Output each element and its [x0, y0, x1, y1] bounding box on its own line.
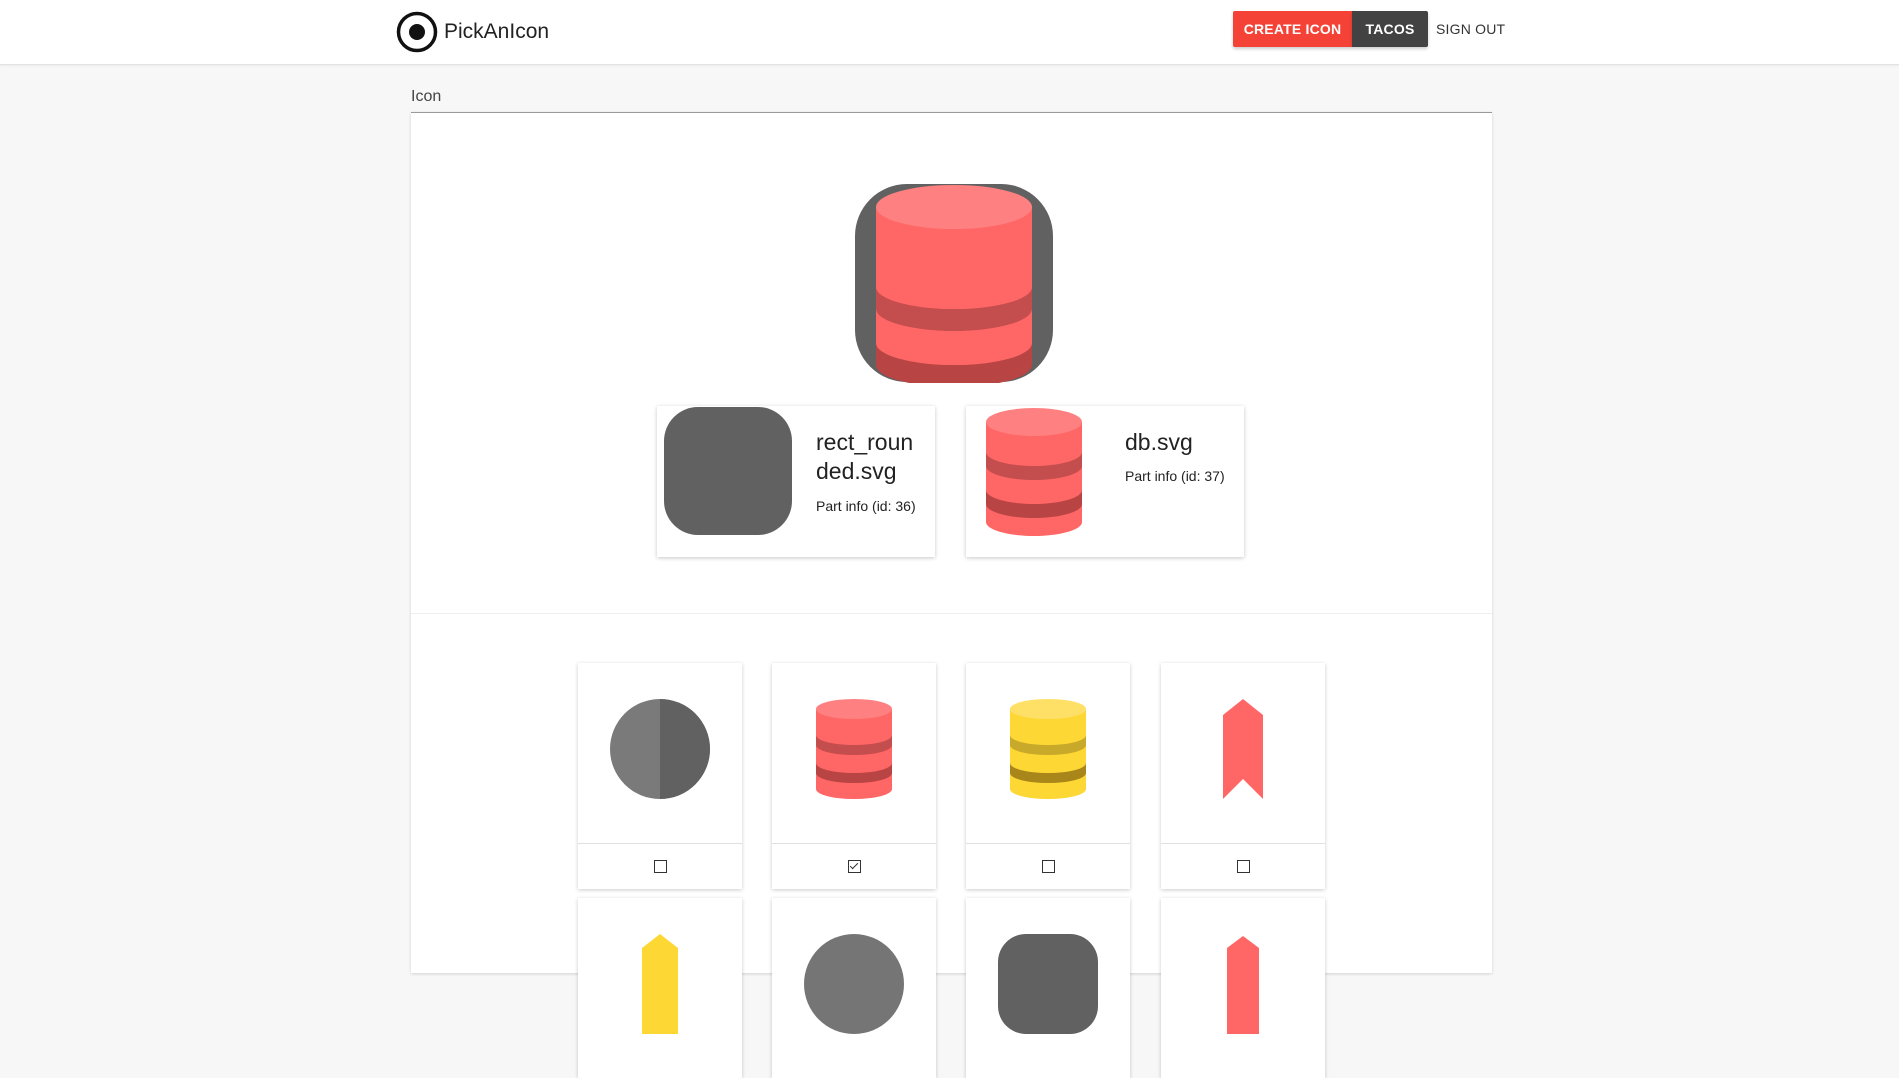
brand-name: PickAnIcon	[444, 20, 550, 43]
tacos-button[interactable]: TACOS	[1352, 11, 1428, 47]
database-icon	[816, 699, 892, 799]
gallery-tile[interactable]	[966, 898, 1130, 1078]
select-checkbox[interactable]	[653, 860, 667, 873]
part-card-db[interactable]: db.svg Part info (id: 37)	[966, 406, 1244, 557]
app-header: PickAnIcon CREATE ICON TACOS SIGN OUT	[0, 0, 1899, 65]
select-checkbox[interactable]	[1041, 860, 1055, 873]
gallery-tile[interactable]	[1161, 898, 1325, 1078]
sign-out-button[interactable]: SIGN OUT	[1428, 11, 1513, 47]
composite-icon-preview	[855, 184, 1053, 383]
rounded-square-icon	[664, 407, 792, 535]
ribbon-icon	[1223, 699, 1263, 799]
gallery-tile[interactable]	[966, 663, 1130, 889]
gallery-tile[interactable]	[578, 663, 742, 889]
section-title: Icon	[411, 88, 442, 105]
logo-icon	[396, 11, 438, 53]
select-checkbox[interactable]	[1236, 860, 1250, 873]
gallery-tile[interactable]	[772, 898, 936, 1078]
header-nav: CREATE ICON TACOS SIGN OUT	[1233, 11, 1513, 47]
gallery-tile[interactable]	[772, 663, 936, 889]
gray-rounded-square-icon	[998, 934, 1098, 1034]
yellow-arrow-icon	[642, 934, 678, 1034]
database-yellow-icon	[1010, 699, 1086, 799]
panel-divider	[411, 613, 1492, 614]
icon-panel: rect_rounded.svg Part info (id: 36) db.s…	[411, 112, 1492, 1078]
gray-circle-icon	[804, 934, 904, 1034]
select-checkbox[interactable]	[847, 860, 861, 873]
half-circle-icon	[610, 699, 710, 799]
gallery-tile[interactable]	[1161, 663, 1325, 889]
brand-link[interactable]: PickAnIcon	[396, 11, 549, 53]
part-card-rect-rounded[interactable]: rect_rounded.svg Part info (id: 36)	[657, 406, 935, 557]
part-info: Part info (id: 36)	[816, 498, 916, 514]
part-name: db.svg	[1125, 429, 1193, 455]
part-name: rect_rounded.svg	[816, 429, 914, 484]
red-arrow-icon	[1227, 936, 1259, 1034]
part-info: Part info (id: 37)	[1125, 468, 1225, 484]
database-icon	[986, 408, 1082, 536]
gallery-tile[interactable]	[578, 898, 742, 1078]
create-icon-button[interactable]: CREATE ICON	[1233, 11, 1352, 47]
